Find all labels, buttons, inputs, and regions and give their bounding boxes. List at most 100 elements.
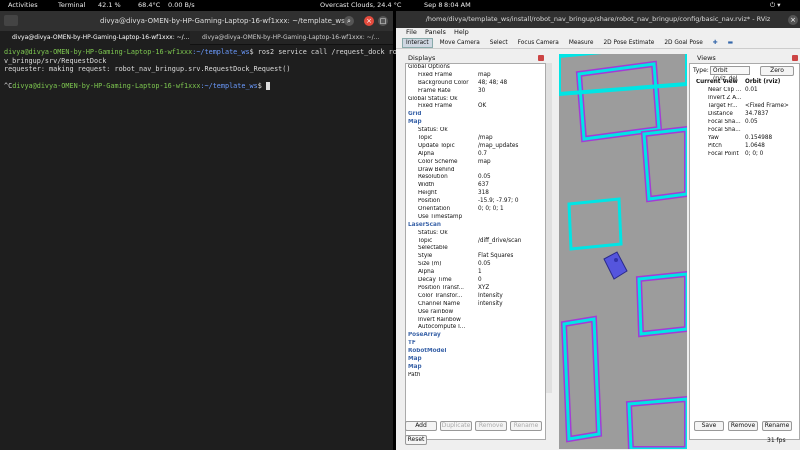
display-row-value[interactable]: OK <box>478 103 486 111</box>
display-row[interactable]: Frame Rate 30 <box>406 88 545 96</box>
save-view-button[interactable]: Save <box>694 421 724 431</box>
date-label[interactable]: Sep 8 <box>424 0 442 11</box>
display-row-value[interactable]: /diff_drive/scan <box>478 238 521 246</box>
display-row[interactable]: Decay Time 0 <box>406 277 545 285</box>
display-row-value[interactable]: 30 <box>478 88 485 96</box>
view-property-value[interactable]: 1.0648 <box>745 143 765 151</box>
display-row-value[interactable]: /map_updates <box>478 143 518 151</box>
close-icon[interactable]: × <box>364 16 374 26</box>
tool-select[interactable]: Select <box>487 39 511 47</box>
tool-measure[interactable]: Measure <box>566 39 597 47</box>
display-row-value[interactable]: 637 <box>478 182 489 190</box>
display-row[interactable]: Color Scheme map <box>406 159 545 167</box>
display-row[interactable]: Alpha 0.7 <box>406 151 545 159</box>
display-row[interactable]: Background Color 48; 48; 48 <box>406 80 545 88</box>
tool-menu-icon[interactable]: ▬ <box>725 39 736 47</box>
display-row[interactable]: Topic/diff_drive/scan <box>406 238 545 246</box>
add-tool-icon[interactable]: ✚ <box>710 39 721 47</box>
3d-viewport[interactable] <box>559 54 687 449</box>
display-row-value[interactable]: 0.05 <box>478 261 491 269</box>
display-row-value[interactable]: 0; 0; 0; 1 <box>478 206 504 214</box>
display-row-value[interactable]: /map <box>478 135 493 143</box>
view-property-row[interactable]: Invert Z A... <box>690 95 799 103</box>
menu-panels[interactable]: Panels <box>425 28 446 36</box>
display-row[interactable]: Path <box>406 372 545 380</box>
display-row-value[interactable]: -15.9; -7.97; 0 <box>478 198 519 206</box>
terminal-output[interactable]: divya@divya-OMEN-by-HP-Gaming-Laptop-16-… <box>0 45 421 94</box>
display-row[interactable]: Position Transf... XYZ <box>406 285 545 293</box>
display-row-value[interactable]: Flat Squares <box>478 253 513 261</box>
view-property-value[interactable]: 34.7837 <box>745 111 769 119</box>
display-row-value[interactable]: Intensity <box>478 293 503 301</box>
display-row[interactable]: Grid <box>406 111 545 119</box>
display-row[interactable]: Position -15.9; -7.97; 0 <box>406 198 545 206</box>
display-row[interactable]: Topic/map <box>406 135 545 143</box>
close-panel-icon[interactable] <box>538 55 544 61</box>
view-property-row[interactable]: Distance 34.7837 <box>690 111 799 119</box>
display-row[interactable]: Alpha 1 <box>406 269 545 277</box>
display-row-value[interactable]: 0.05 <box>478 174 491 182</box>
display-row[interactable]: Global Options <box>406 64 545 72</box>
view-property-row[interactable]: Focal Point 0; 0; 0 <box>690 151 799 159</box>
display-row-value[interactable]: 48; 48; 48 <box>478 80 507 88</box>
tool-interact[interactable]: Interact <box>402 37 433 48</box>
view-property-value[interactable]: 0; 0; 0 <box>745 151 763 159</box>
display-row[interactable]: LaserScan <box>406 222 545 230</box>
menu-help[interactable]: Help <box>454 28 469 36</box>
terminal-tab-2[interactable]: divya@divya-OMEN-by-HP-Gaming-Laptop-16-… <box>190 31 380 45</box>
displays-scrollbar[interactable] <box>546 63 552 393</box>
terminal-tab-1[interactable]: divya@divya-OMEN-by-HP-Gaming-Laptop-16-… <box>0 31 190 45</box>
display-row-value[interactable]: 0 <box>478 277 482 285</box>
search-icon[interactable]: ⌕ <box>344 16 354 26</box>
view-property-row[interactable]: Pitch 1.0648 <box>690 143 799 151</box>
display-row[interactable]: Map <box>406 119 545 127</box>
view-property-value[interactable]: 0.154988 <box>745 135 772 143</box>
view-property-row[interactable]: Focal Sha... 0.05 <box>690 119 799 127</box>
activities-button[interactable]: Activities <box>8 0 38 11</box>
display-row[interactable]: Map <box>406 356 545 364</box>
display-row[interactable]: Fixed Frame map <box>406 72 545 80</box>
view-property-value[interactable]: 0.05 <box>745 119 758 127</box>
displays-tree[interactable]: Global Options Fixed Frame map Background C… <box>405 63 546 440</box>
display-row[interactable]: Color Transfor... Intensity <box>406 293 545 301</box>
view-property-value[interactable]: 0.01 <box>745 87 758 95</box>
view-property-row[interactable]: Focal Sha... <box>690 127 799 135</box>
display-row[interactable]: Status: Ok <box>406 127 545 135</box>
rename-display-button[interactable]: Rename <box>510 421 542 431</box>
display-row-value[interactable]: map <box>478 72 491 80</box>
display-row[interactable]: Channel Name intensity <box>406 301 545 309</box>
clock-label[interactable]: 8:04 AM <box>444 0 471 11</box>
menu-file[interactable]: File <box>406 28 417 36</box>
maximize-icon[interactable]: □ <box>378 16 388 26</box>
display-row-value[interactable]: 0.7 <box>478 151 487 159</box>
display-row[interactable]: Global Status: Ok <box>406 96 545 104</box>
display-row-value[interactable]: 318 <box>478 190 489 198</box>
terminal-app-label[interactable]: Terminal <box>58 0 85 11</box>
close-icon[interactable]: × <box>788 15 798 25</box>
display-row[interactable]: PoseArray <box>406 332 545 340</box>
tool-move-camera[interactable]: Move Camera <box>437 39 483 47</box>
view-property-row[interactable]: Near Clip ... 0.01 <box>690 87 799 95</box>
remove-display-button[interactable]: Remove <box>475 421 507 431</box>
close-panel-icon[interactable] <box>792 55 798 61</box>
display-row[interactable]: Orientation 0; 0; 0; 1 <box>406 206 545 214</box>
power-icon[interactable]: ⏻ ▾ <box>770 0 780 11</box>
display-row[interactable]: Use rainbow <box>406 309 545 317</box>
remove-view-button[interactable]: Remove <box>728 421 758 431</box>
display-row-value[interactable]: XYZ <box>478 285 489 293</box>
rename-view-button[interactable]: Rename <box>762 421 792 431</box>
display-row[interactable]: Selectable <box>406 245 545 253</box>
tool-2d-pose-estimate[interactable]: 2D Pose Estimate <box>600 39 657 47</box>
duplicate-button[interactable]: Duplicate <box>440 421 472 431</box>
display-row-value[interactable]: intensity <box>478 301 503 309</box>
display-row[interactable]: Use Timestamp <box>406 214 545 222</box>
display-row[interactable]: Resolution 0.05 <box>406 174 545 182</box>
display-row-value[interactable]: map <box>478 159 491 167</box>
display-row[interactable]: Width 637 <box>406 182 545 190</box>
view-property-value[interactable]: <Fixed Frame> <box>745 103 789 111</box>
new-tab-icon[interactable] <box>4 15 18 26</box>
display-row[interactable]: Style Flat Squares <box>406 253 545 261</box>
display-row[interactable]: Invert Rainbow <box>406 317 545 325</box>
view-type-select[interactable]: Orbit (rviz_del <box>710 66 750 82</box>
display-row[interactable]: Size (m) 0.05 <box>406 261 545 269</box>
